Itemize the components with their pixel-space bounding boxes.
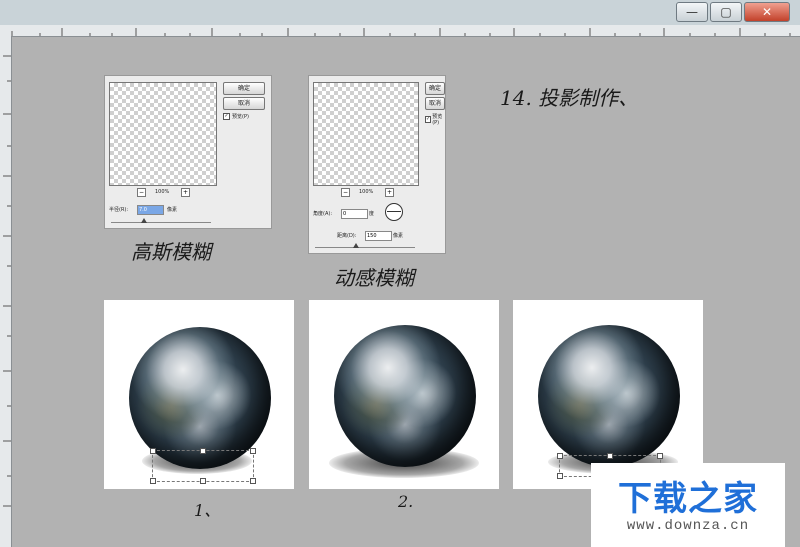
transform-handle[interactable]	[557, 453, 563, 459]
motion-cancel-button[interactable]: 取消	[425, 97, 445, 110]
window-controls: — ▢ ✕	[674, 2, 790, 22]
motion-preview-area[interactable]	[313, 82, 419, 186]
motion-ok-button[interactable]: 确定	[425, 82, 445, 95]
motion-blur-caption: 动感模糊	[334, 266, 414, 290]
gaussian-blur-caption: 高斯模糊	[131, 240, 211, 264]
distance-unit: 像素	[393, 233, 404, 239]
transform-handle[interactable]	[250, 478, 256, 484]
globe-image-2	[334, 325, 476, 467]
distance-label: 距离(D):	[337, 233, 357, 239]
radius-unit: 像素	[167, 207, 178, 213]
transform-handle[interactable]	[150, 448, 156, 454]
distance-slider-handle[interactable]	[353, 243, 359, 248]
vertical-ruler[interactable]	[0, 36, 12, 547]
motion-preview-checkbox-row[interactable]: ✓ 预览(P)	[425, 113, 445, 126]
transform-handle[interactable]	[250, 448, 256, 454]
panel-label-1: 1、	[194, 501, 221, 520]
gaussian-zoom-level: 100%	[155, 189, 170, 195]
globe-panel-3	[513, 300, 703, 489]
gaussian-preview-label: 预览(P)	[232, 114, 249, 120]
motion-zoom-out-button[interactable]: −	[341, 188, 350, 197]
transform-handle[interactable]	[557, 473, 563, 479]
globe-panel-2	[309, 300, 499, 489]
horizontal-ruler[interactable]	[0, 25, 800, 37]
angle-dial[interactable]	[385, 203, 403, 221]
angle-input[interactable]: 0	[341, 209, 368, 219]
minimize-icon: —	[686, 5, 698, 19]
gaussian-preview-checkbox[interactable]: ✓	[223, 113, 230, 120]
gaussian-cancel-button[interactable]: 取消	[223, 97, 265, 110]
minimize-button[interactable]: —	[676, 2, 708, 22]
maximize-icon: ▢	[720, 5, 732, 19]
distance-slider-track[interactable]	[315, 247, 415, 248]
watermark: 下载之家 www.downza.cn	[591, 463, 785, 547]
gaussian-preview-checkbox-row[interactable]: ✓ 预览(P)	[223, 113, 249, 120]
distance-input[interactable]: 150	[365, 231, 392, 241]
radius-slider-handle[interactable]	[141, 218, 147, 223]
motion-blur-dialog: 确定 取消 ✓ 预览(P) − 100% + 角度(A): 0 度 距离(D):…	[308, 75, 446, 254]
motion-preview-label: 预览(P)	[432, 114, 443, 126]
transform-handle[interactable]	[150, 478, 156, 484]
close-icon: ✕	[761, 5, 773, 19]
radius-input[interactable]: 7.0	[137, 205, 164, 215]
panel-label-2: 2.	[398, 492, 414, 511]
step-note: 14. 投影制作、	[500, 86, 639, 110]
globe-image-3	[538, 325, 680, 467]
close-button[interactable]: ✕	[744, 2, 790, 22]
transform-handle[interactable]	[607, 453, 613, 459]
transform-handle[interactable]	[200, 478, 206, 484]
motion-preview-checkbox[interactable]: ✓	[425, 116, 432, 123]
globe-panel-1	[104, 300, 294, 489]
maximize-button[interactable]: ▢	[710, 2, 742, 22]
transform-handle[interactable]	[200, 448, 206, 454]
watermark-brand: 下载之家	[618, 479, 758, 519]
gaussian-zoom-out-button[interactable]: −	[137, 188, 146, 197]
gaussian-blur-dialog: 确定 取消 ✓ 预览(P) − 100% + 半径(R): 7.0 像素	[104, 75, 272, 229]
angle-unit: 度	[369, 211, 375, 217]
angle-label: 角度(A):	[313, 211, 333, 217]
watermark-url: www.downza.cn	[626, 518, 750, 534]
gaussian-preview-area[interactable]	[109, 82, 217, 186]
gaussian-zoom-in-button[interactable]: +	[181, 188, 190, 197]
gaussian-ok-button[interactable]: 确定	[223, 82, 265, 95]
transform-handle[interactable]	[657, 453, 663, 459]
motion-zoom-level: 100%	[359, 189, 374, 195]
motion-zoom-in-button[interactable]: +	[385, 188, 394, 197]
radius-slider-track[interactable]	[111, 222, 211, 223]
radius-label: 半径(R):	[109, 207, 129, 213]
